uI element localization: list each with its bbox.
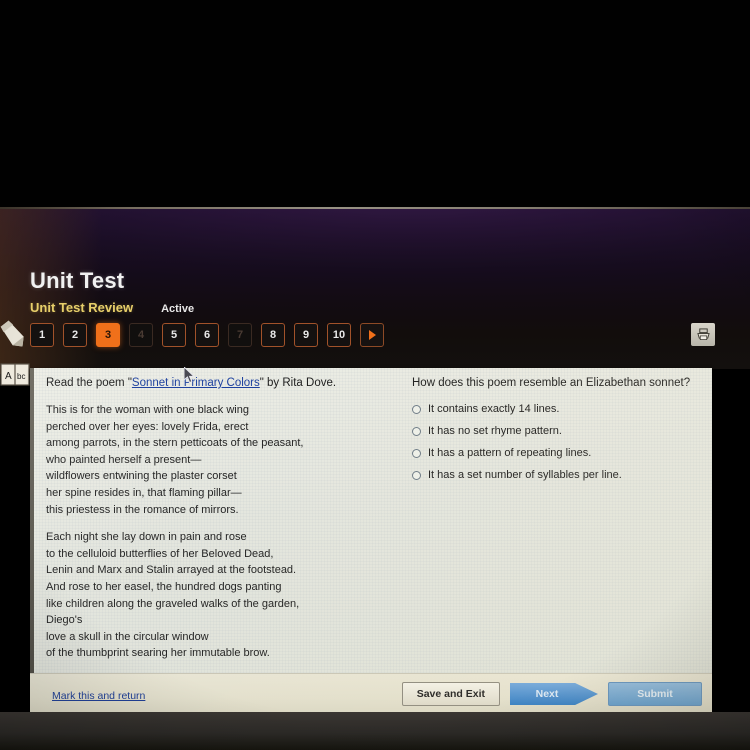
radio-button-icon[interactable]	[412, 471, 421, 480]
printer-icon	[696, 328, 710, 340]
answer-option[interactable]: It has a pattern of repeating lines.	[412, 447, 702, 460]
page-header: Unit Test	[30, 268, 124, 294]
chevron-right-icon	[368, 330, 376, 340]
screenshot-root: A bc Unit Test Unit Test Review Active 1…	[0, 0, 750, 750]
next-button[interactable]: Next	[510, 683, 598, 705]
radio-button-icon[interactable]	[412, 449, 421, 458]
answer-option-label: It has no set rhyme pattern.	[428, 425, 562, 437]
question-nav-item-4: 4	[129, 323, 153, 347]
passage-column: Read the poem "Sonnet in Primary Colors"…	[46, 376, 386, 673]
question-nav-item-1[interactable]: 1	[30, 323, 54, 347]
dictionary-icon[interactable]: A bc	[0, 358, 30, 390]
passage-instruction: Read the poem "Sonnet in Primary Colors"…	[46, 376, 386, 391]
question-nav-item-10[interactable]: 10	[327, 323, 351, 347]
mark-and-return-link[interactable]: Mark this and return	[52, 690, 145, 702]
question-nav-next-arrow-button[interactable]	[360, 323, 384, 347]
question-nav-item-6[interactable]: 6	[195, 323, 219, 347]
svg-text:A: A	[5, 371, 12, 382]
svg-text:bc: bc	[17, 372, 25, 381]
save-and-exit-button[interactable]: Save and Exit	[401, 682, 500, 706]
card-body: Read the poem "Sonnet in Primary Colors"…	[30, 368, 712, 673]
answer-option-label: It has a set number of syllables per lin…	[428, 469, 622, 481]
photo-black-bar-bottom	[0, 712, 750, 750]
submit-button[interactable]: Submit	[608, 682, 702, 706]
poem-stanza-2: Each night she lay down in pain and rose…	[46, 531, 300, 660]
question-prompt: How does this poem resemble an Elizabeth…	[412, 377, 691, 389]
question-nav-item-7: 7	[228, 323, 252, 347]
test-name-label: Unit Test Review	[30, 300, 134, 315]
header-subrow: Unit Test Review Active	[30, 300, 194, 315]
question-card: Read the poem "Sonnet in Primary Colors"…	[30, 368, 712, 716]
question-nav-item-9[interactable]: 9	[294, 323, 318, 347]
status-badge: Active	[161, 303, 195, 315]
question-nav-item-5[interactable]: 5	[162, 323, 186, 347]
instruction-suffix: " by Rita Dove.	[259, 377, 337, 389]
footer-buttons: Save and Exit Next Submit	[401, 682, 702, 706]
question-nav-item-8[interactable]: 8	[261, 323, 285, 347]
answer-option[interactable]: It has no set rhyme pattern.	[412, 425, 702, 438]
radio-button-icon[interactable]	[412, 427, 421, 436]
answer-options: It contains exactly 14 lines. It has no s…	[412, 403, 702, 482]
card-footer: Mark this and return Save and Exit Next …	[30, 673, 712, 716]
radio-button-icon[interactable]	[412, 405, 421, 414]
print-button[interactable]	[691, 323, 715, 346]
question-nav: 1 2 3 4 5 6 7 8 9 10	[30, 323, 384, 347]
answer-option-label: It has a pattern of repeating lines.	[428, 447, 592, 459]
answer-option[interactable]: It contains exactly 14 lines.	[412, 403, 702, 416]
answer-option-label: It contains exactly 14 lines.	[428, 403, 560, 415]
question-nav-item-3[interactable]: 3	[96, 323, 120, 347]
poem-stanza-1: This is for the woman with one black win…	[46, 404, 304, 516]
page-title: Unit Test	[30, 268, 125, 293]
card-left-shadow	[30, 368, 34, 673]
answer-option[interactable]: It has a set number of syllables per lin…	[412, 469, 702, 482]
photo-black-bar-top	[0, 0, 750, 208]
question-column: How does this poem resemble an Elizabeth…	[412, 376, 702, 491]
mouse-cursor	[183, 365, 197, 385]
question-nav-item-2[interactable]: 2	[63, 323, 87, 347]
instruction-prefix: Read the poem "	[46, 377, 132, 389]
